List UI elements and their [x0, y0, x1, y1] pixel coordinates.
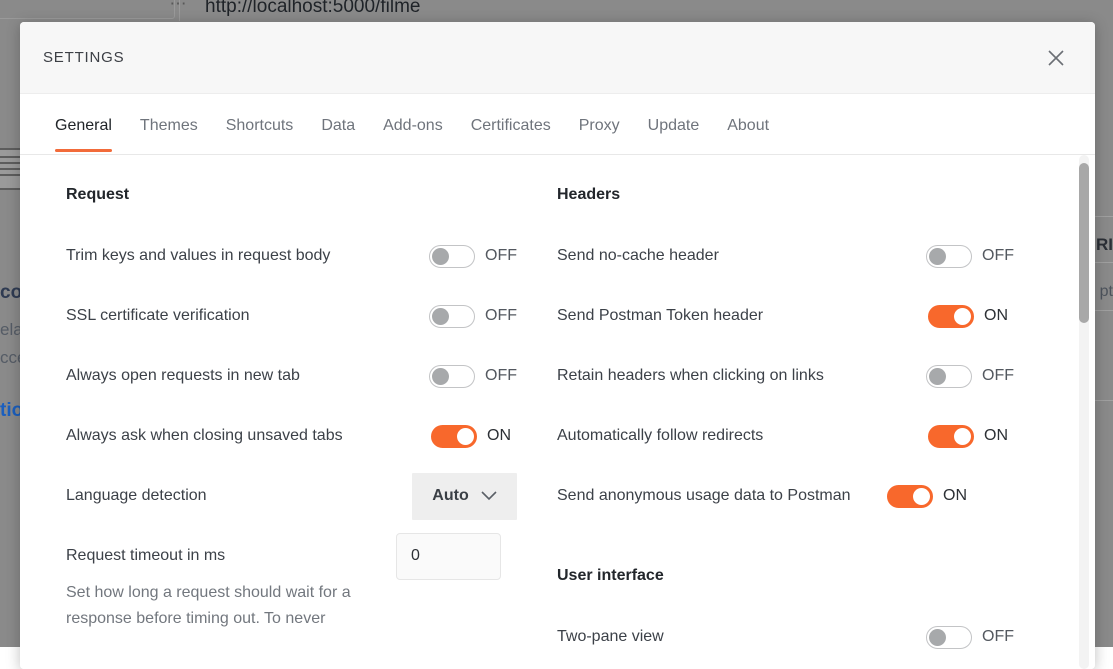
- background-divider: [1095, 310, 1113, 311]
- tab-proxy[interactable]: Proxy: [565, 116, 634, 152]
- headers-section-title: Headers: [557, 185, 1014, 205]
- setting-label: Language detection: [66, 483, 412, 509]
- tab-update[interactable]: Update: [634, 116, 714, 152]
- background-divider: [1095, 400, 1113, 401]
- setting-row-no-cache-header: Send no-cache header OFF: [557, 226, 1014, 286]
- tab-data[interactable]: Data: [307, 116, 369, 152]
- setting-control: ON: [887, 485, 973, 508]
- trim-keys-toggle-state: OFF: [485, 247, 517, 265]
- open-new-tab-toggle[interactable]: [429, 365, 475, 388]
- tab-certificates[interactable]: Certificates: [457, 116, 565, 152]
- tab-add-ons[interactable]: Add-ons: [369, 116, 457, 152]
- settings-panel-content: Request Trim keys and values in request …: [20, 155, 1095, 669]
- retain-headers-toggle-state: OFF: [982, 367, 1014, 385]
- tab-shortcuts[interactable]: Shortcuts: [212, 116, 308, 152]
- anonymous-usage-data-toggle[interactable]: [887, 485, 933, 508]
- setting-control: OFF: [926, 626, 1014, 649]
- setting-control: Auto: [412, 473, 517, 520]
- setting-control: ON: [928, 305, 1014, 328]
- user-interface-section-title: User interface: [557, 566, 1014, 586]
- setting-label: Always ask when closing unsaved tabs: [66, 423, 431, 449]
- setting-row-request-timeout: Request timeout in ms: [66, 526, 517, 586]
- background-right-text: pt: [1100, 283, 1113, 301]
- background-divider: [1095, 262, 1113, 263]
- setting-control: OFF: [429, 365, 517, 388]
- request-section-title: Request: [66, 185, 517, 205]
- setting-control: ON: [928, 425, 1014, 448]
- request-timeout-help-text: Set how long a request should wait for a…: [66, 580, 396, 632]
- setting-label: Two-pane view: [557, 624, 926, 650]
- setting-row-follow-redirects: Automatically follow redirects ON: [557, 406, 1014, 466]
- setting-row-trim-keys: Trim keys and values in request body OFF: [66, 226, 517, 286]
- setting-control: OFF: [926, 365, 1014, 388]
- tab-themes[interactable]: Themes: [126, 116, 212, 152]
- setting-row-open-new-tab: Always open requests in new tab OFF: [66, 346, 517, 406]
- setting-label: Send anonymous usage data to Postman: [557, 483, 887, 509]
- setting-control: [396, 533, 501, 580]
- tab-about[interactable]: About: [713, 116, 783, 152]
- settings-tab-bar: General Themes Shortcuts Data Add-ons Ce…: [20, 94, 1095, 155]
- setting-label: Trim keys and values in request body: [66, 243, 429, 269]
- language-detection-value: Auto: [432, 487, 468, 505]
- setting-row-language-detection: Language detection Auto: [66, 466, 517, 526]
- headers-settings-column: Headers Send no-cache header OFF Send Po…: [517, 185, 1014, 669]
- background-divider: [1095, 216, 1113, 217]
- setting-label: Always open requests in new tab: [66, 363, 429, 389]
- follow-redirects-toggle-state: ON: [984, 427, 1014, 445]
- open-new-tab-toggle-state: OFF: [485, 367, 517, 385]
- setting-label: Request timeout in ms: [66, 543, 396, 569]
- setting-control: OFF: [429, 305, 517, 328]
- ssl-verification-toggle-state: OFF: [485, 307, 517, 325]
- setting-row-anonymous-usage-data: Send anonymous usage data to Postman ON: [557, 466, 1014, 526]
- chevron-down-icon: [481, 491, 497, 501]
- ask-closing-unsaved-toggle-state: ON: [487, 427, 517, 445]
- two-pane-view-toggle[interactable]: [926, 626, 972, 649]
- trim-keys-toggle[interactable]: [429, 245, 475, 268]
- language-detection-select[interactable]: Auto: [412, 473, 517, 520]
- postman-token-header-toggle[interactable]: [928, 305, 974, 328]
- background-url-bar: ⋯ http://localhost:5000/filme: [0, 0, 1113, 21]
- settings-modal: SETTINGS General Themes Shortcuts Data A…: [20, 22, 1095, 669]
- setting-label: SSL certificate verification: [66, 303, 429, 329]
- modal-header: SETTINGS: [20, 22, 1095, 94]
- settings-panel: Request Trim keys and values in request …: [20, 155, 1095, 669]
- anonymous-usage-data-toggle-state: ON: [943, 487, 973, 505]
- postman-token-header-toggle-state: ON: [984, 307, 1014, 325]
- request-settings-column: Request Trim keys and values in request …: [20, 185, 517, 669]
- panel-scrollbar-thumb[interactable]: [1079, 163, 1089, 323]
- setting-row-two-pane-view: Two-pane view OFF: [557, 607, 1014, 667]
- setting-row-postman-token-header: Send Postman Token header ON: [557, 286, 1014, 346]
- ssl-verification-toggle[interactable]: [429, 305, 475, 328]
- no-cache-header-toggle[interactable]: [926, 245, 972, 268]
- request-timeout-input[interactable]: [396, 533, 501, 580]
- retain-headers-toggle[interactable]: [926, 365, 972, 388]
- setting-control: OFF: [926, 245, 1014, 268]
- modal-title: SETTINGS: [43, 49, 124, 66]
- follow-redirects-toggle[interactable]: [928, 425, 974, 448]
- setting-row-ssl-verification: SSL certificate verification OFF: [66, 286, 517, 346]
- background-url-bar-box: [0, 0, 175, 19]
- setting-row-retain-headers: Retain headers when clicking on links OF…: [557, 346, 1014, 406]
- setting-label: Send no-cache header: [557, 243, 926, 269]
- setting-control: OFF: [429, 245, 517, 268]
- background-url-bar-divider: [179, 0, 180, 21]
- background-url-text: http://localhost:5000/filme: [205, 0, 420, 18]
- two-pane-view-toggle-state: OFF: [982, 628, 1014, 646]
- setting-label: Send Postman Token header: [557, 303, 928, 329]
- setting-label: Retain headers when clicking on links: [557, 363, 926, 389]
- close-icon: [1046, 48, 1066, 68]
- panel-scrollbar-track[interactable]: [1079, 155, 1089, 669]
- background-left-heading: co: [0, 282, 22, 304]
- setting-label: Automatically follow redirects: [557, 423, 928, 449]
- ask-closing-unsaved-toggle[interactable]: [431, 425, 477, 448]
- setting-row-ask-closing-unsaved: Always ask when closing unsaved tabs ON: [66, 406, 517, 466]
- close-button[interactable]: [1039, 41, 1073, 75]
- tab-general[interactable]: General: [41, 116, 126, 152]
- setting-control: ON: [431, 425, 517, 448]
- no-cache-header-toggle-state: OFF: [982, 247, 1014, 265]
- background-right-heading: RI: [1096, 235, 1113, 255]
